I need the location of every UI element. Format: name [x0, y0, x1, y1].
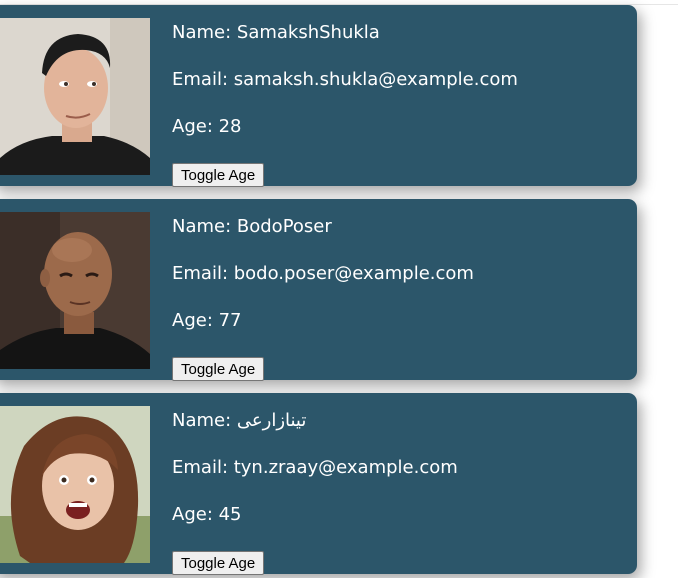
user-email: Email: bodo.poser@example.com: [172, 263, 474, 284]
user-avatar: [0, 406, 150, 563]
user-email: Email: tyn.zraay@example.com: [172, 457, 458, 478]
user-email: Email: samaksh.shukla@example.com: [172, 69, 518, 90]
user-avatar: [0, 18, 150, 175]
user-name: Name: BodoPoser: [172, 216, 332, 237]
toggle-age-button[interactable]: Toggle Age: [172, 163, 265, 187]
user-avatar: [0, 212, 150, 369]
user-name: Name: SamakshShukla: [172, 22, 380, 43]
user-name: Name: تینازارعی: [172, 410, 307, 431]
toggle-age-button[interactable]: Toggle Age: [172, 357, 265, 381]
user-card: Name: تینازارعی Email: tyn.zraay@example…: [0, 393, 637, 575]
user-age: Age: 28: [172, 116, 242, 137]
user-age: Age: 77: [172, 310, 242, 331]
toggle-age-button[interactable]: Toggle Age: [172, 551, 265, 575]
user-card: Name: SamakshShukla Email: samaksh.shukl…: [0, 5, 637, 187]
user-card: Name: BodoPoser Email: bodo.poser@exampl…: [0, 199, 637, 381]
user-age: Age: 45: [172, 504, 242, 525]
